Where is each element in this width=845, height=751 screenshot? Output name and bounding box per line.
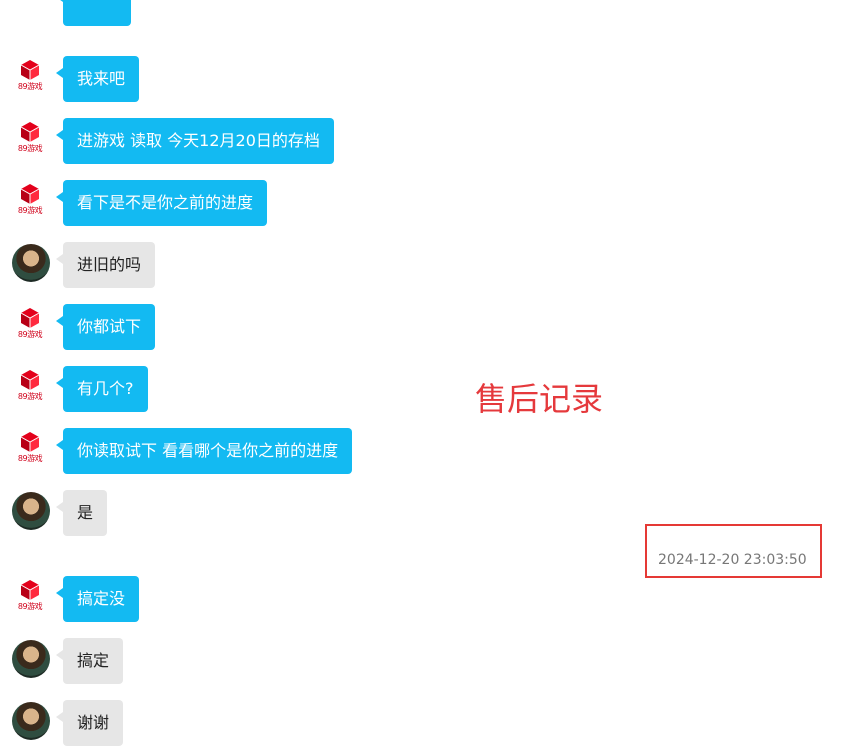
shop-logo-text: 89游戏 bbox=[17, 392, 43, 401]
shop-logo-text: 89游戏 bbox=[17, 144, 43, 153]
message-bubble: 是 bbox=[55, 490, 108, 536]
shop-logo-text: 89游戏 bbox=[17, 206, 43, 215]
cube-logo-icon bbox=[20, 184, 40, 204]
shop-logo-avatar: 89游戏 bbox=[12, 58, 50, 96]
shop-logo-text: 89游戏 bbox=[17, 82, 43, 91]
message-bubble: 进游戏 读取 今天12月20日的存档 bbox=[56, 118, 334, 164]
timestamp-highlight-box: 2024-12-20 23:03:50 bbox=[645, 524, 822, 578]
message-bubble: 搞定 bbox=[55, 638, 124, 684]
message-bubble-partial bbox=[56, 0, 131, 26]
user-avatar bbox=[12, 492, 50, 530]
chat-transcript: 89游戏 我来吧 89游戏 进游戏 读取 今天12月20日的存档 89游戏 看下… bbox=[0, 0, 845, 751]
shop-logo-avatar: 89游戏 bbox=[12, 578, 50, 616]
message-bubble: 进旧的吗 bbox=[55, 242, 156, 288]
shop-logo-avatar: 89游戏 bbox=[12, 368, 50, 406]
message-bubble: 搞定没 bbox=[55, 576, 140, 622]
cube-logo-icon bbox=[20, 122, 40, 142]
shop-logo-text: 89游戏 bbox=[17, 454, 43, 463]
cube-logo-icon bbox=[20, 370, 40, 390]
shop-logo-avatar: 89游戏 bbox=[12, 306, 50, 344]
cube-logo-icon bbox=[20, 308, 40, 328]
user-avatar bbox=[12, 702, 50, 740]
message-bubble: 我来吧 bbox=[55, 56, 140, 102]
cube-logo-icon bbox=[20, 580, 40, 600]
cube-logo-icon bbox=[20, 60, 40, 80]
message-bubble: 谢谢 bbox=[55, 700, 124, 746]
user-avatar bbox=[12, 244, 50, 282]
after-sales-record-label: 售后记录 bbox=[475, 380, 604, 418]
user-avatar bbox=[12, 640, 50, 678]
message-bubble: 你读取试下 看看哪个是你之前的进度 bbox=[55, 428, 353, 474]
message-bubble: 有几个? bbox=[56, 366, 148, 412]
shop-logo-text: 89游戏 bbox=[17, 602, 43, 611]
shop-logo-text: 89游戏 bbox=[17, 330, 43, 339]
message-bubble: 看下是不是你之前的进度 bbox=[55, 180, 268, 226]
shop-logo-avatar: 89游戏 bbox=[12, 430, 50, 468]
shop-logo-avatar: 89游戏 bbox=[12, 182, 50, 220]
message-timestamp: 2024-12-20 23:03:50 bbox=[658, 552, 807, 568]
cube-logo-icon bbox=[20, 432, 40, 452]
message-bubble: 你都试下 bbox=[55, 304, 156, 350]
shop-logo-avatar: 89游戏 bbox=[12, 120, 50, 158]
